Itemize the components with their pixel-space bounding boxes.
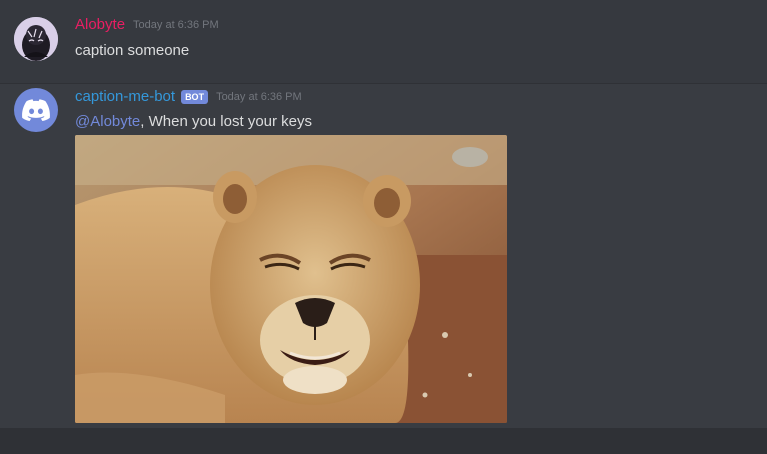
bottom-bar bbox=[0, 428, 767, 454]
timestamp: Today at 6:36 PM bbox=[133, 18, 219, 31]
message-text: , When you lost your keys bbox=[140, 113, 313, 130]
discord-logo-icon[interactable] bbox=[14, 88, 58, 132]
message-content: caption someone bbox=[75, 42, 190, 59]
username[interactable]: Alobyte bbox=[75, 16, 125, 33]
message-alobyte: Alobyte Today at 6:36 PM caption someone bbox=[0, 0, 767, 84]
user-avatar-icon[interactable] bbox=[14, 17, 58, 61]
message-header: Alobyte Today at 6:36 PM bbox=[75, 16, 219, 33]
image-attachment[interactable] bbox=[75, 135, 507, 423]
chat-window: Alobyte Today at 6:36 PM caption someone… bbox=[0, 0, 767, 454]
message-header: caption-me-bot BOT Today at 6:36 PM bbox=[75, 88, 302, 105]
message-caption-me-bot: caption-me-bot BOT Today at 6:36 PM @Alo… bbox=[0, 84, 767, 428]
timestamp: Today at 6:36 PM bbox=[216, 90, 302, 103]
user-mention[interactable]: @Alobyte bbox=[75, 113, 140, 130]
bot-badge: BOT bbox=[181, 89, 209, 104]
username[interactable]: caption-me-bot bbox=[75, 88, 175, 105]
message-content: @Alobyte, When you lost your keys bbox=[75, 113, 312, 130]
lioness-photo bbox=[75, 135, 507, 423]
